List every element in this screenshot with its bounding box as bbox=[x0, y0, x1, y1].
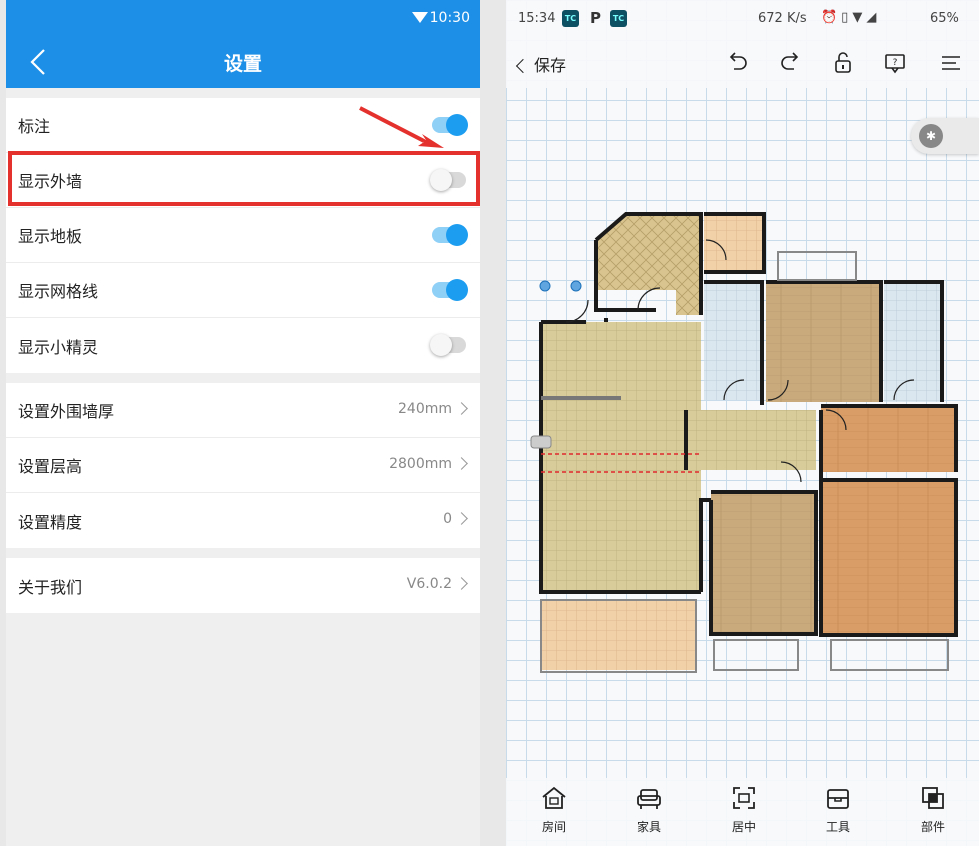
wifi-icon bbox=[412, 12, 428, 23]
settings-group: 设置外围墙厚 240mm 设置层高 2800mm 设置精度 0 bbox=[6, 383, 480, 548]
about-group: 关于我们 V6.0.2 bbox=[6, 558, 480, 613]
lock-icon[interactable] bbox=[830, 50, 856, 76]
app-notification-icon: TC bbox=[562, 10, 579, 27]
status-icons: ⏰▯▼◢ bbox=[821, 10, 881, 25]
editor-toolbar: 保存 ? bbox=[506, 38, 979, 88]
nav-label: 部件 bbox=[920, 820, 945, 834]
setting-row-wall-thickness[interactable]: 设置外围墙厚 240mm bbox=[6, 383, 480, 438]
nav-label: 房间 bbox=[541, 820, 566, 834]
setting-label: 设置外围墙厚 bbox=[18, 402, 115, 421]
setting-row-floor-height[interactable]: 设置层高 2800mm bbox=[6, 438, 480, 493]
toggle-row-show-exterior-wall[interactable]: 显示外墙 bbox=[6, 153, 480, 208]
nav-label: 家具 bbox=[636, 820, 661, 834]
nav-item-tools[interactable]: 工具 bbox=[808, 784, 868, 835]
toggle-label: 显示小精灵 bbox=[18, 337, 99, 357]
toggle-label: 显示网格线 bbox=[18, 282, 99, 301]
status-bar: 10:30 bbox=[6, 0, 480, 36]
battery-level: 65% bbox=[930, 11, 959, 26]
nav-item-furniture[interactable]: 家具 bbox=[619, 784, 679, 835]
setting-label: 设置精度 bbox=[18, 512, 83, 532]
toggle-row-show-sprite[interactable]: 显示小精灵 bbox=[6, 318, 480, 373]
back-chevron-icon bbox=[515, 58, 531, 74]
annotation-arrow-icon bbox=[359, 106, 444, 148]
nav-item-parts[interactable]: 部件 bbox=[903, 784, 963, 835]
toggle-switch[interactable] bbox=[430, 169, 466, 191]
menu-icon[interactable] bbox=[938, 50, 964, 76]
chevron-right-icon bbox=[455, 577, 468, 590]
toggle-label: 显示地板 bbox=[18, 227, 83, 246]
center-icon bbox=[733, 787, 755, 809]
living-room[interactable] bbox=[541, 322, 701, 592]
about-label: 关于我们 bbox=[18, 577, 83, 597]
setting-label: 设置层高 bbox=[18, 457, 83, 476]
help-icon[interactable]: ? bbox=[882, 50, 908, 76]
setting-value: 240mm bbox=[398, 401, 452, 417]
about-row[interactable]: 关于我们 V6.0.2 bbox=[6, 558, 480, 613]
nav-label: 居中 bbox=[731, 820, 756, 834]
redo-icon[interactable] bbox=[778, 50, 804, 76]
chevron-right-icon bbox=[455, 512, 468, 525]
floor-plan-canvas[interactable] bbox=[526, 200, 979, 690]
svg-text:?: ? bbox=[893, 58, 898, 68]
kitchen[interactable] bbox=[596, 214, 701, 315]
bedroom-north[interactable] bbox=[766, 282, 881, 402]
version-value: V6.0.2 bbox=[406, 576, 452, 592]
master-bedroom-upper[interactable] bbox=[821, 406, 956, 472]
master-bedroom[interactable] bbox=[821, 480, 956, 635]
nav-label: 工具 bbox=[825, 820, 850, 834]
nav-item-center[interactable]: 居中 bbox=[714, 784, 774, 835]
small-balcony bbox=[704, 214, 764, 272]
house-icon bbox=[542, 786, 566, 809]
toggle-switch[interactable] bbox=[432, 279, 468, 301]
setting-row-precision[interactable]: 设置精度 0 bbox=[6, 493, 480, 548]
network-speed: 672 K/s bbox=[758, 11, 807, 26]
save-label: 保存 bbox=[534, 56, 567, 75]
app-notification-icon: TC bbox=[610, 10, 627, 27]
toggle-switch[interactable] bbox=[432, 224, 468, 246]
nav-item-rooms[interactable]: 房间 bbox=[524, 784, 584, 835]
toggle-switch[interactable] bbox=[430, 334, 466, 356]
chevron-right-icon bbox=[455, 402, 468, 415]
app-bar: 设置 bbox=[6, 36, 480, 88]
status-bar: 15:34 TC P TC 672 K/s ⏰▯▼◢ 65% bbox=[506, 0, 979, 38]
hallway bbox=[686, 410, 816, 470]
undo-icon[interactable] bbox=[724, 50, 750, 76]
floorplan-editor-screen: ✱ 15:34 TC P TC 672 K/s ⏰▯▼◢ 65% 保存 ? 房间… bbox=[506, 0, 979, 846]
bottom-navigation: 房间 家具 居中 工具 部件 bbox=[506, 778, 979, 846]
second-bedroom[interactable] bbox=[711, 492, 816, 634]
bluetooth-icon: ✱ bbox=[919, 124, 943, 148]
toggle-label: 标注 bbox=[18, 117, 51, 136]
status-time: 10:30 bbox=[429, 10, 470, 26]
toolbox-icon bbox=[827, 789, 849, 809]
layers-icon bbox=[922, 787, 944, 809]
toggle-label: 显示外墙 bbox=[18, 172, 83, 191]
setting-value: 0 bbox=[443, 511, 452, 527]
toggle-row-show-grid[interactable]: 显示网格线 bbox=[6, 263, 480, 318]
sofa-icon bbox=[637, 789, 661, 809]
page-title: 设置 bbox=[223, 53, 262, 75]
bluetooth-float-button[interactable]: ✱ bbox=[911, 118, 979, 154]
bathroom-left[interactable] bbox=[704, 282, 762, 400]
south-balcony[interactable] bbox=[541, 600, 696, 670]
save-button[interactable]: 保存 bbox=[514, 52, 566, 76]
p-notification-icon: P bbox=[590, 9, 601, 27]
chevron-right-icon bbox=[455, 457, 468, 470]
status-time: 15:34 bbox=[518, 11, 556, 26]
toggle-row-show-floor[interactable]: 显示地板 bbox=[6, 208, 480, 263]
settings-screen: 10:30 设置 标注 显示外墙 显示地板 显示网格线 显示小精灵 设置外围墙厚… bbox=[6, 0, 480, 846]
setting-value: 2800mm bbox=[389, 456, 452, 472]
bathroom-right[interactable] bbox=[884, 282, 942, 402]
